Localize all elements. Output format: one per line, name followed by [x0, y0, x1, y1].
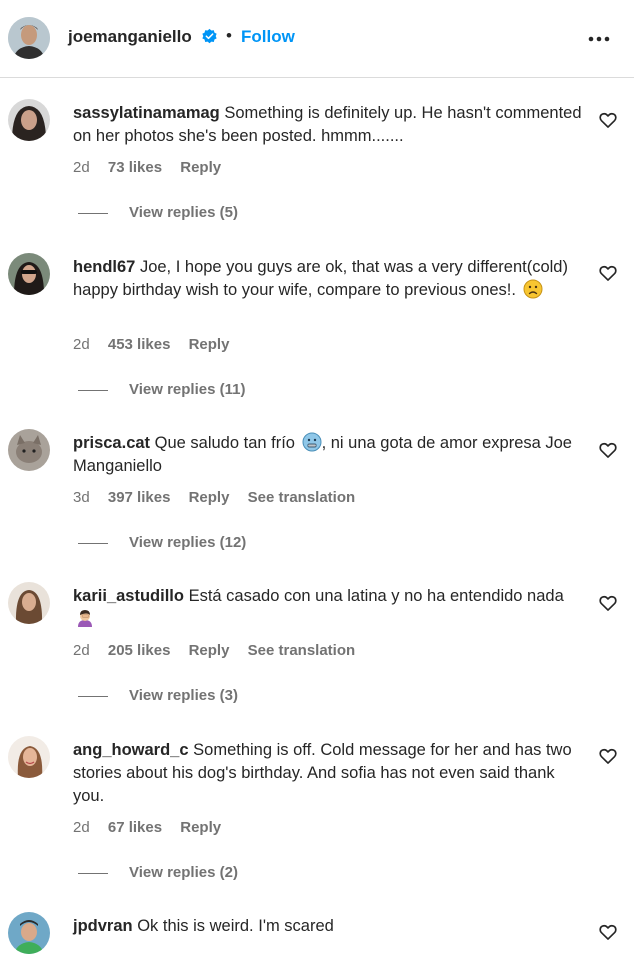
view-replies-label: View replies (12) [129, 534, 247, 551]
comment-text: prisca.cat Que saludo tan frío , ni una … [73, 432, 588, 478]
comment-likes[interactable]: 67 likes [108, 819, 162, 836]
comment-text: sassylatinamamag Something is definitely… [73, 102, 588, 148]
comment-username[interactable]: prisca.cat [73, 434, 150, 452]
replies-divider [78, 872, 108, 874]
comment-content-start: Que saludo tan frío [154, 434, 295, 452]
view-replies-button[interactable]: View replies (5) [78, 204, 238, 221]
follow-button[interactable]: Follow [241, 27, 295, 47]
view-replies-button[interactable]: View replies (2) [78, 864, 238, 881]
comment-age: 2d [73, 819, 90, 836]
comment-text: karii_astudillo Está casado con una lati… [73, 585, 588, 631]
comment-meta: 2d 67 likes Reply [73, 819, 235, 836]
comment-text: hendl67 Joe, I hope you guys are ok, tha… [73, 256, 588, 302]
comment-likes[interactable]: 397 likes [108, 489, 171, 506]
like-heart-icon[interactable] [598, 746, 618, 766]
comment-age: 2d [73, 159, 90, 176]
like-heart-icon[interactable] [598, 440, 618, 460]
reply-button[interactable]: Reply [189, 336, 230, 353]
comment-meta: 2d 73 likes Reply [73, 159, 235, 176]
like-heart-icon[interactable] [598, 110, 618, 130]
see-translation-button[interactable]: See translation [248, 642, 356, 659]
view-replies-button[interactable]: View replies (3) [78, 687, 238, 704]
facepalm-emoji-icon [78, 610, 92, 627]
view-replies-label: View replies (11) [129, 381, 246, 398]
view-replies-label: View replies (3) [129, 687, 238, 704]
comment-avatar[interactable] [8, 253, 50, 295]
comment-username[interactable]: sassylatinamamag [73, 104, 220, 122]
comment-content: Joe, I hope you guys are ok, that was a … [73, 258, 568, 299]
comment-avatar[interactable] [8, 736, 50, 778]
replies-divider [78, 212, 108, 214]
reply-button[interactable]: Reply [189, 642, 230, 659]
comment-likes[interactable]: 205 likes [108, 642, 171, 659]
header-username[interactable]: joemanganiello [68, 27, 192, 47]
post-header: joemanganiello • Follow [0, 0, 634, 78]
comment-likes[interactable]: 73 likes [108, 159, 162, 176]
comment-age: 2d [73, 642, 90, 659]
comment-username[interactable]: ang_howard_c [73, 741, 189, 759]
more-options-icon[interactable] [586, 29, 612, 49]
reply-button[interactable]: Reply [180, 819, 221, 836]
reply-button[interactable]: Reply [180, 159, 221, 176]
verified-badge-icon [202, 28, 217, 44]
comment-meta: 2d 205 likes Reply See translation [73, 642, 369, 659]
comment-meta: 3d 397 likes Reply See translation [73, 489, 369, 506]
view-replies-button[interactable]: View replies (12) [78, 534, 246, 551]
view-replies-label: View replies (5) [129, 204, 238, 221]
comment-avatar[interactable] [8, 99, 50, 141]
cold-face-emoji-icon [302, 432, 322, 452]
comment-username[interactable]: hendl67 [73, 258, 135, 276]
like-heart-icon[interactable] [598, 922, 618, 942]
sad-face-emoji-icon [523, 279, 543, 299]
comment-username[interactable]: karii_astudillo [73, 587, 184, 605]
replies-divider [78, 389, 108, 391]
replies-divider [78, 695, 108, 697]
profile-avatar[interactable] [8, 17, 50, 59]
comment-avatar[interactable] [8, 429, 50, 471]
view-replies-label: View replies (2) [129, 864, 238, 881]
see-translation-button[interactable]: See translation [248, 489, 356, 506]
reply-button[interactable]: Reply [189, 489, 230, 506]
comment-avatar[interactable] [8, 912, 50, 954]
comment-username[interactable]: jpdvran [73, 917, 133, 935]
comment-content: Ok this is weird. I'm scared [137, 917, 334, 935]
like-heart-icon[interactable] [598, 263, 618, 283]
comment-text: ang_howard_c Something is off. Cold mess… [73, 739, 588, 808]
header-separator: • [226, 26, 232, 45]
comment-content: Está casado con una latina y no ha enten… [188, 587, 564, 605]
comment-avatar[interactable] [8, 582, 50, 624]
like-heart-icon[interactable] [598, 593, 618, 613]
replies-divider [78, 542, 108, 544]
view-replies-button[interactable]: View replies (11) [78, 381, 245, 398]
comment-age: 3d [73, 489, 90, 506]
comment-likes[interactable]: 453 likes [108, 336, 171, 353]
comment-age: 2d [73, 336, 90, 353]
comment-meta: 2d 453 likes Reply [73, 336, 243, 353]
comment-text: jpdvran Ok this is weird. I'm scared [73, 915, 588, 938]
